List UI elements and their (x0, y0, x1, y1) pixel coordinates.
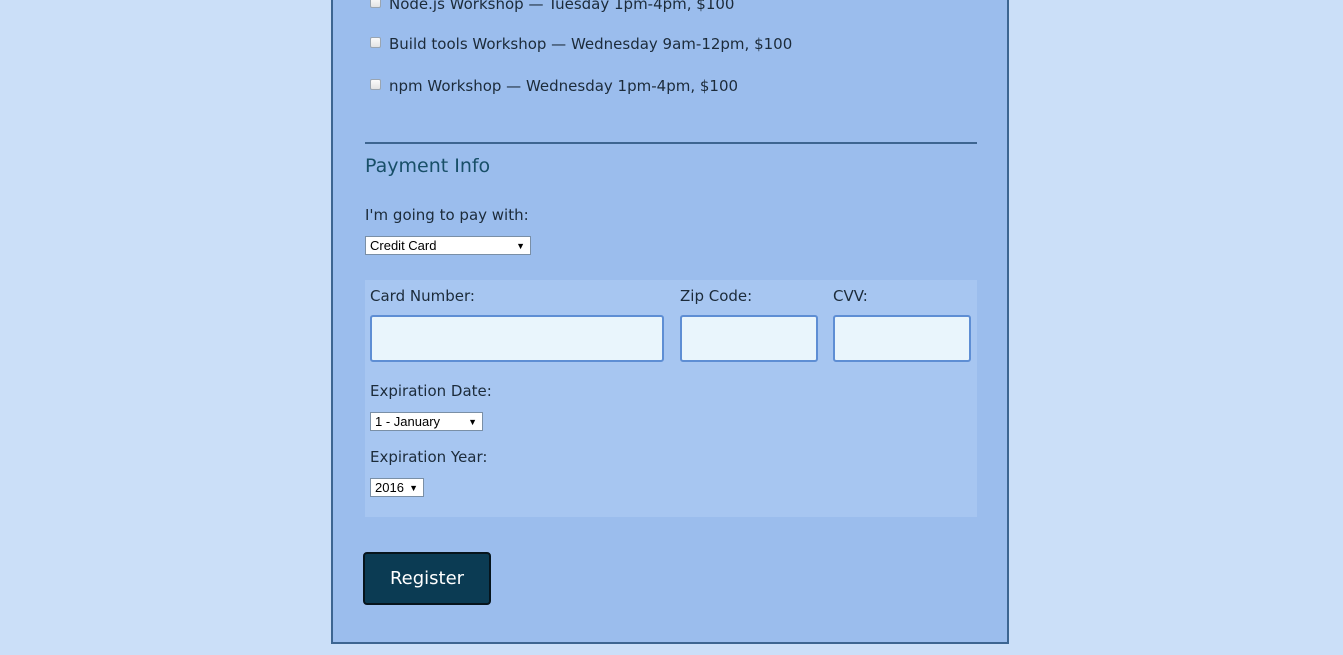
payment-method-value: Credit Card (370, 238, 437, 253)
expiration-date-label: Expiration Date: (370, 382, 492, 400)
pay-with-label: I'm going to pay with: (365, 206, 529, 224)
card-number-input[interactable] (370, 315, 664, 362)
chevron-down-icon: ▼ (468, 417, 477, 427)
payment-method-select[interactable]: Credit Card ▼ (365, 236, 531, 255)
expiration-month-value: 1 - January (375, 414, 441, 429)
cvv-input[interactable] (833, 315, 971, 362)
cvv-label: CVV: (833, 287, 868, 305)
activity-item-npm[interactable]: npm Workshop — Wednesday 1pm-4pm, $100 (370, 76, 738, 96)
activity-item-build-tools[interactable]: Build tools Workshop — Wednesday 9am-12p… (370, 34, 792, 54)
register-button[interactable]: Register (363, 552, 491, 605)
activity-item-nodejs[interactable]: Node.js Workshop — Tuesday 1pm-4pm, $100 (370, 0, 734, 14)
chevron-down-icon: ▼ (516, 241, 525, 251)
activity-checkbox-build-tools[interactable] (370, 36, 381, 48)
expiration-year-label: Expiration Year: (370, 448, 488, 466)
activity-label-npm: npm Workshop — Wednesday 1pm-4pm, $100 (389, 77, 739, 95)
section-divider (365, 142, 977, 144)
expiration-year-value: 2016 (375, 480, 404, 495)
activity-checkbox-nodejs[interactable] (370, 0, 381, 8)
zip-code-label: Zip Code: (680, 287, 753, 305)
activity-label-nodejs: Node.js Workshop — Tuesday 1pm-4pm, $100 (389, 0, 735, 13)
activity-label-build-tools: Build tools Workshop — Wednesday 9am-12p… (389, 35, 793, 53)
expiration-year-select[interactable]: 2016 ▼ (370, 478, 424, 497)
card-number-label: Card Number: (370, 287, 475, 305)
payment-section-title: Payment Info (365, 155, 491, 177)
chevron-down-icon: ▼ (409, 483, 418, 493)
zip-code-input[interactable] (680, 315, 818, 362)
expiration-month-select[interactable]: 1 - January ▼ (370, 412, 483, 431)
activity-checkbox-npm[interactable] (370, 78, 381, 90)
